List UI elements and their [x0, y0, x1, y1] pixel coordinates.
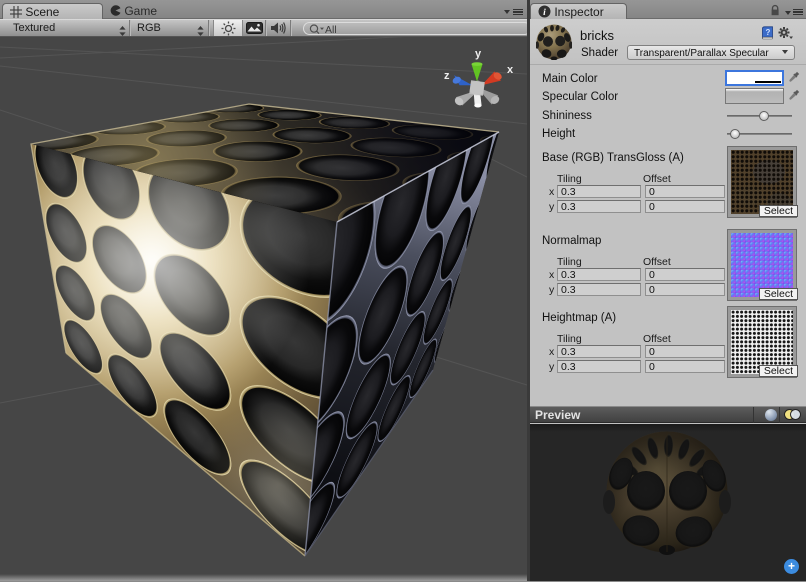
svg-text:y: y [475, 48, 482, 60]
svg-text:?: ? [766, 28, 771, 37]
svg-text:x: x [507, 64, 514, 76]
svg-text:z: z [444, 70, 450, 82]
svg-text:i: i [543, 8, 546, 18]
